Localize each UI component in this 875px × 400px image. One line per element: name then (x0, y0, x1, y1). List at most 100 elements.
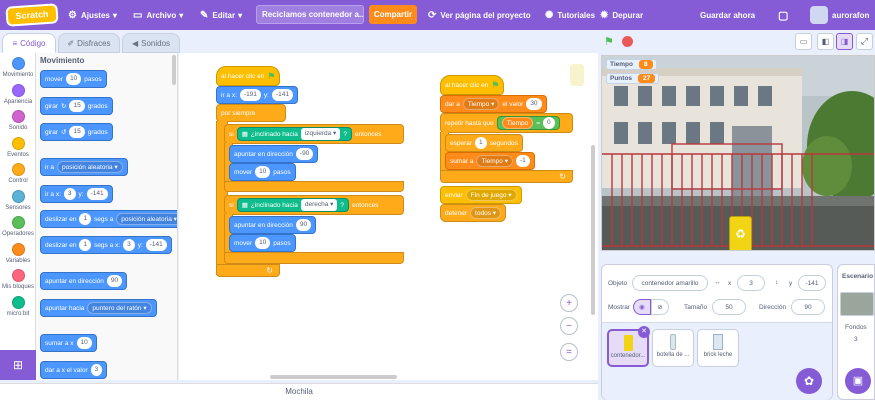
block-when-flag-clicked[interactable]: al hacer clic en ⚑ (216, 66, 281, 86)
size-input[interactable]: 50 (712, 299, 746, 315)
see-project-page-link[interactable]: ⟳ Ver página del proyecto (428, 0, 531, 30)
block-goto[interactable]: ir a posición aleatoria ▾ (40, 158, 128, 176)
block-if-left[interactable]: si ▦ ¿inclinado hacia izquierda ▾? entonces (224, 124, 404, 144)
glide-secs-input[interactable]: 1 (79, 213, 92, 225)
point-direction-input[interactable]: 90 (106, 275, 123, 287)
add-extension-button[interactable]: ⊞ (0, 350, 36, 380)
show-visible-button[interactable]: ◉ (633, 299, 651, 315)
sprite-tile[interactable]: botella de ... (652, 329, 694, 367)
category-item[interactable]: Eventos (0, 136, 36, 158)
category-item[interactable]: Sonido (0, 110, 36, 131)
change-variable-dropdown[interactable]: Tiempo ▾ (476, 155, 513, 167)
y-input[interactable]: -141 (798, 275, 826, 291)
code-area[interactable]: al hacer clic en ⚑ ir a x: -191 y: -141 por … (179, 53, 598, 380)
variable-reporter[interactable]: Tiempo (501, 117, 534, 129)
equals-value-input[interactable]: 0 (543, 117, 555, 129)
block-goto-xy[interactable]: ir a x: -191 y: -141 (216, 86, 298, 104)
goto-x-input[interactable]: 3 (63, 188, 76, 200)
scratch-logo[interactable]: Scratch (5, 3, 59, 27)
tilted-right-dropdown[interactable]: derecha ▾ (300, 199, 338, 211)
delete-sprite-icon[interactable]: ✕ (638, 326, 650, 338)
category-item[interactable]: Control (0, 163, 36, 184)
goto-dropdown[interactable]: posición aleatoria ▾ (57, 161, 123, 173)
point-towards-dropdown[interactable]: puntero del ratón ▾ (87, 302, 152, 314)
block-move[interactable]: mover 10 pasos (40, 70, 107, 88)
block-move[interactable]: mover 10 pasos (229, 234, 296, 252)
green-flag-button[interactable]: ⚑ (604, 35, 614, 48)
glide-xy-secs-input[interactable]: 1 (79, 239, 92, 251)
block-point-direction[interactable]: apuntar en dirección 90 (40, 272, 128, 290)
block-when-flag-clicked[interactable]: al hacer clic en ⚑ (440, 75, 505, 95)
block-stop[interactable]: detener todos ▾ (440, 204, 507, 222)
wait-input[interactable]: 1 (475, 137, 487, 149)
block-forever[interactable]: por siempre (216, 104, 286, 122)
category-item[interactable]: micro:bit (0, 295, 36, 317)
stop-dropdown[interactable]: todos ▾ (470, 207, 502, 219)
palette-scrollbar[interactable] (172, 55, 176, 85)
backpack[interactable]: Mochila (0, 383, 598, 400)
category-item[interactable]: Movimiento (0, 57, 36, 78)
share-button[interactable]: Compartir (369, 5, 417, 24)
code-vertical-scrollbar[interactable] (591, 145, 595, 315)
category-item[interactable]: Mis bloques (0, 269, 36, 290)
tilted-left-dropdown[interactable]: izquierda ▾ (300, 128, 341, 140)
category-item[interactable]: Operadores (0, 216, 36, 237)
tab-code[interactable]: ≡ Código (2, 33, 56, 53)
goto-y-input[interactable]: -141 (86, 188, 108, 200)
direction-input[interactable]: 90 (295, 219, 312, 231)
tilted-right-condition[interactable]: ▦ ¿inclinado hacia derecha ▾? (236, 198, 350, 212)
category-item[interactable]: Variables (0, 242, 36, 264)
stage-selector[interactable]: Escenario Fondos 3 ▣ (837, 264, 875, 400)
edit-menu[interactable]: ✎ Editar ▾ (200, 0, 242, 30)
tab-sounds[interactable]: ◀ Sonidos (122, 33, 180, 53)
folder-icon[interactable]: ▢ (778, 0, 788, 30)
glide-dropdown[interactable]: posición aleatoria ▾ (116, 213, 177, 225)
glide-y-input[interactable]: -141 (145, 239, 167, 251)
variable-monitor-points[interactable]: Puntos 27 (606, 73, 660, 84)
move-steps-input[interactable]: 10 (66, 73, 82, 85)
zoom-out-button[interactable]: − (560, 317, 578, 335)
variable-monitor-time[interactable]: Tiempo 8 (606, 59, 657, 70)
yellow-bin-sprite[interactable]: ♻ (729, 216, 752, 250)
project-title-input[interactable]: Reciclamos contenedor a... (256, 5, 364, 24)
broadcast-dropdown[interactable]: Fin de juego ▾ (465, 189, 517, 201)
backdrop-thumbnail[interactable] (840, 292, 874, 316)
block-point-direction[interactable]: apuntar en dirección 90 (229, 216, 317, 234)
tilted-left-condition[interactable]: ▦ ¿inclinado hacia izquierda ▾? (236, 127, 352, 141)
block-set-variable[interactable]: dar a Tiempo ▾ el valor 30 (440, 95, 547, 113)
zoom-in-button[interactable]: + (560, 294, 578, 312)
add-backdrop-button[interactable]: ▣ (845, 368, 871, 394)
category-item[interactable]: Sensores (0, 189, 36, 211)
turn-left-input[interactable]: 15 (69, 126, 85, 138)
code-horizontal-scrollbar[interactable] (270, 375, 397, 379)
tab-costumes[interactable]: ✐ Disfraces (58, 33, 120, 53)
steps-input[interactable]: 10 (255, 166, 271, 178)
category-item[interactable]: Apariencia (0, 83, 36, 105)
x-input[interactable]: 3 (737, 275, 765, 291)
block-change-x[interactable]: sumar a x 10 (40, 334, 97, 352)
add-sprite-button[interactable]: ✿ (796, 368, 822, 394)
small-stage-button[interactable]: ◧ (817, 33, 834, 50)
block-point-towards[interactable]: apuntar hacia puntero del ratón ▾ (40, 299, 157, 317)
y-input[interactable]: -141 (271, 89, 293, 101)
sprite-name-input[interactable]: contenedor amarillo (632, 275, 708, 291)
set-x-input[interactable]: 3 (90, 364, 103, 376)
stop-button[interactable] (622, 36, 633, 47)
zoom-reset-button[interactable]: = (560, 343, 578, 361)
stage-canvas[interactable]: ♻ Tiempo 8 Puntos 27 (601, 55, 875, 251)
block-glide-xy[interactable]: deslizar en 1 segs a x: 3 y: -141 (40, 236, 172, 254)
debug-button[interactable]: ✹ Depurar (600, 0, 643, 30)
set-variable-dropdown[interactable]: Tiempo ▾ (462, 98, 500, 110)
block-repeat-until[interactable]: repetir hasta que Tiempo = 0 (440, 113, 573, 133)
change-value-input[interactable]: -1 (516, 155, 530, 167)
block-glide[interactable]: deslizar en 1 segs a posición aleatoria ▾ (40, 210, 177, 228)
set-value-input[interactable]: 30 (526, 98, 542, 110)
block-wait[interactable]: esperar 1 segundos (445, 134, 523, 152)
block-goto-xy[interactable]: ir a x: 3 y: -141 (40, 185, 113, 203)
settings-menu[interactable]: ⚙ Ajustes ▾ (68, 0, 117, 30)
glide-x-input[interactable]: 3 (123, 239, 135, 251)
block-point-direction[interactable]: apuntar en dirección -90 (229, 145, 319, 163)
large-stage-button[interactable]: ◨ (836, 33, 853, 50)
pencil-mode-button[interactable]: ▭ (795, 33, 812, 50)
avatar[interactable] (810, 6, 828, 24)
